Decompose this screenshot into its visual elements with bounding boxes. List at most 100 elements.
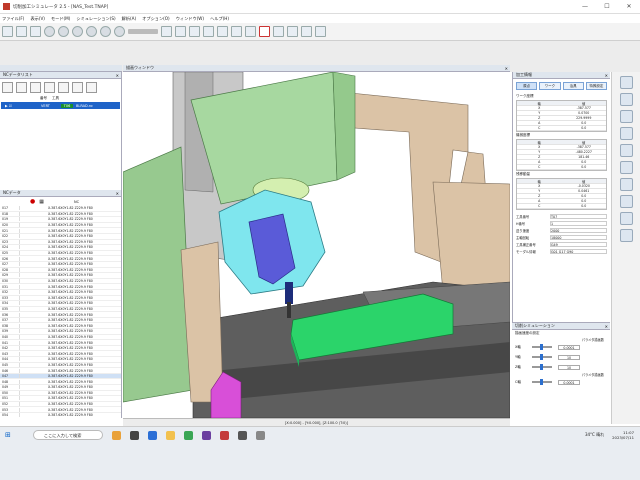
info-label: H番号 <box>516 222 526 226</box>
grid-cell: Z <box>538 116 541 120</box>
layer-icon[interactable] <box>619 144 633 157</box>
row-code: X-387.6X0Y1.82 Z229.9 F80 <box>48 273 93 278</box>
record-icon[interactable]: ● <box>30 198 35 205</box>
menu-analysis[interactable]: 解析(A) <box>122 16 137 22</box>
edit-icon[interactable] <box>30 82 41 93</box>
toolbar <box>0 23 640 41</box>
tab-jig[interactable]: 治具 <box>562 82 584 90</box>
explorer-icon[interactable] <box>165 430 175 440</box>
maximize-button[interactable]: ☐ <box>596 3 618 10</box>
speed-slider[interactable] <box>532 364 552 370</box>
save-icon[interactable] <box>30 26 41 37</box>
probe-icon[interactable] <box>619 161 633 174</box>
slider-knob[interactable] <box>540 344 543 350</box>
pan-icon[interactable] <box>231 26 242 37</box>
section-icon[interactable] <box>287 26 298 37</box>
forward-icon[interactable] <box>100 26 111 37</box>
remove-icon[interactable] <box>16 82 27 93</box>
check-icon[interactable] <box>58 82 69 93</box>
step-icon[interactable] <box>114 26 125 37</box>
slider-value-input[interactable]: 10 <box>558 354 580 360</box>
row-number: 029 <box>0 273 20 278</box>
rewind-icon[interactable] <box>44 26 55 37</box>
table-icon[interactable] <box>86 82 97 93</box>
add-icon[interactable] <box>2 82 13 93</box>
close-icon[interactable]: ✕ <box>505 66 508 71</box>
chart-icon[interactable] <box>619 229 633 242</box>
tab-special[interactable]: 特殊設定 <box>585 82 607 90</box>
export-icon[interactable] <box>315 26 326 37</box>
clock[interactable]: 11:07 2023/07/11 <box>612 430 634 440</box>
start-icon[interactable]: ⊞ <box>5 431 11 439</box>
grid-icon[interactable]: ▦ <box>39 199 44 205</box>
info-value: G49 <box>550 242 607 247</box>
play-icon[interactable] <box>58 26 69 37</box>
taskview-icon[interactable] <box>111 430 121 440</box>
menu-mode[interactable]: モード(M) <box>51 16 70 22</box>
speed-slider[interactable] <box>532 354 552 360</box>
new-icon[interactable] <box>2 26 13 37</box>
view-front-icon[interactable] <box>161 26 172 37</box>
slider-value-input[interactable]: 0.0001 <box>558 379 580 385</box>
open-icon[interactable] <box>16 26 27 37</box>
slider-knob[interactable] <box>540 354 543 360</box>
app-icon-9[interactable] <box>255 430 265 440</box>
material-icon[interactable] <box>619 93 633 106</box>
view-top-icon[interactable] <box>175 26 186 37</box>
pause-icon[interactable] <box>72 26 83 37</box>
menu-file[interactable]: ファイル(F) <box>2 16 24 22</box>
row-code: X-387.6X0Y1.82 Z229.9 F80 <box>48 385 93 390</box>
close-button[interactable]: ✕ <box>618 3 640 10</box>
slider-value-input[interactable]: 0.0001 <box>558 344 580 350</box>
close-icon[interactable]: ✕ <box>116 191 119 196</box>
menu-view[interactable]: 表示(V) <box>30 16 45 22</box>
tab-origin[interactable]: 原点 <box>516 82 538 90</box>
slider-value-input[interactable]: 10 <box>558 364 580 370</box>
zoom-icon[interactable] <box>217 26 228 37</box>
3d-viewport[interactable] <box>123 72 510 418</box>
slider-knob[interactable] <box>540 364 543 370</box>
speed-slider[interactable] <box>128 29 158 34</box>
measure-icon[interactable] <box>273 26 284 37</box>
search-input[interactable]: ここに入力して検索 <box>32 430 103 440</box>
check-all-icon[interactable] <box>72 82 83 93</box>
slider-knob[interactable] <box>540 379 543 385</box>
tool-icon[interactable] <box>619 76 633 89</box>
close-icon[interactable]: ✕ <box>605 73 608 78</box>
close-icon[interactable]: ✕ <box>605 324 608 329</box>
camera-icon[interactable] <box>619 212 633 225</box>
menu-option[interactable]: オプション(O) <box>142 16 170 22</box>
view-iso-icon[interactable] <box>203 26 214 37</box>
delete-icon[interactable] <box>259 26 270 37</box>
machine-icon[interactable] <box>619 110 633 123</box>
list-icon[interactable] <box>44 82 55 93</box>
list-item-selected[interactable]: ▶ ☑ VERT T06 BLRAD.nc <box>1 102 120 109</box>
edge-icon[interactable] <box>147 430 157 440</box>
widgets-icon[interactable] <box>129 430 139 440</box>
table-row[interactable]: 054 X-387.6X0Y1.82 Z229.9 F80 <box>0 413 121 418</box>
row-code: X-387.6X0Y1.82 Z229.9 F80 <box>48 407 93 412</box>
nc-icon[interactable] <box>619 195 633 208</box>
slider-label: Y軸 <box>515 354 521 359</box>
excel-icon[interactable] <box>183 430 193 440</box>
tab-work[interactable]: ワーク <box>539 82 561 90</box>
menu-window[interactable]: ウィンドウ(W) <box>176 16 204 22</box>
menu-help[interactable]: ヘルプ(H) <box>210 16 229 22</box>
view-side-icon[interactable] <box>189 26 200 37</box>
stop-icon[interactable] <box>86 26 97 37</box>
speed-slider[interactable] <box>532 379 552 385</box>
palette-icon[interactable] <box>619 127 633 140</box>
close-icon[interactable]: ✕ <box>116 73 119 78</box>
menu-simulation[interactable]: シミュレーション(S) <box>76 16 115 22</box>
rotate-icon[interactable] <box>245 26 256 37</box>
weather-text[interactable]: 34°C 晴れ <box>585 432 604 438</box>
row-number: 024 <box>0 245 20 250</box>
app-icon <box>3 3 10 10</box>
minimize-button[interactable]: — <box>574 3 596 10</box>
sim-app-icon[interactable] <box>219 430 229 440</box>
app-icon-8[interactable] <box>237 430 247 440</box>
settings-icon[interactable] <box>301 26 312 37</box>
drill-icon[interactable] <box>619 178 633 191</box>
teams-icon[interactable] <box>201 430 211 440</box>
speed-slider[interactable] <box>532 344 552 350</box>
